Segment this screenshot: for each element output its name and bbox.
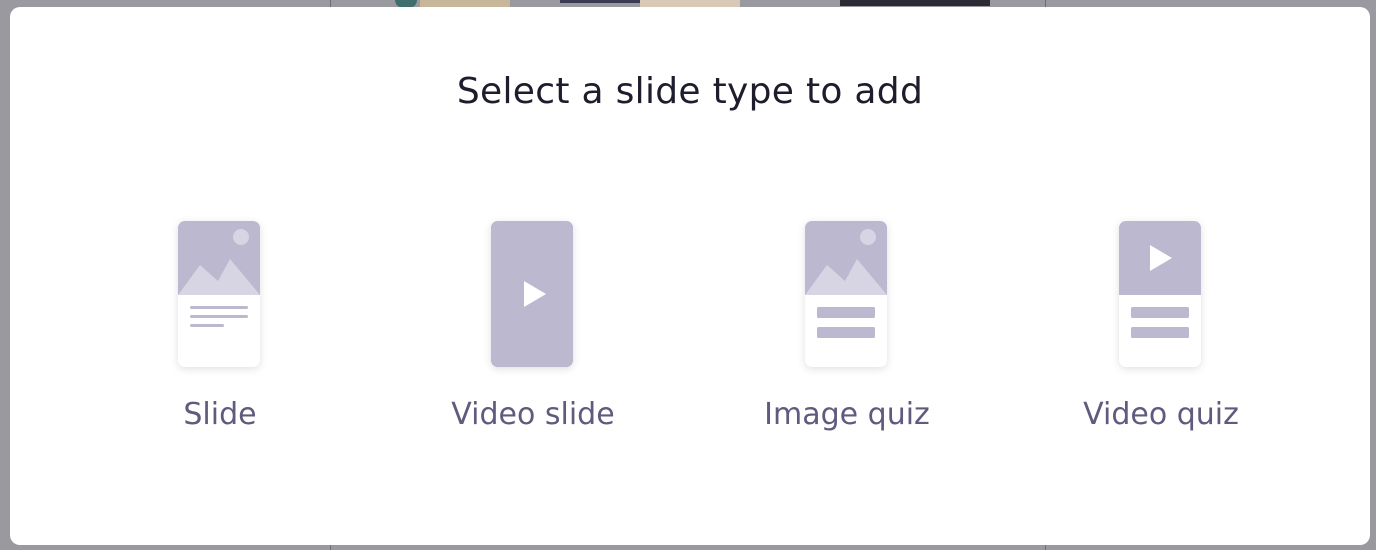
image-quiz-icon xyxy=(805,221,887,367)
slide-type-options: Slide Video slide Image quiz Video quiz xyxy=(10,219,1370,459)
option-label: Video quiz xyxy=(1083,397,1239,432)
add-slide-modal: Select a slide type to add Slide Video s… xyxy=(10,7,1370,545)
video-slide-icon xyxy=(491,221,573,367)
image-slide-icon xyxy=(178,221,260,367)
modal-title: Select a slide type to add xyxy=(456,71,924,112)
video-quiz-icon xyxy=(1119,221,1201,367)
option-label: Image quiz xyxy=(764,397,930,432)
slide-type-image-quiz-option[interactable]: Image quiz xyxy=(727,219,967,449)
slide-type-slide-option[interactable]: Slide xyxy=(100,219,340,449)
option-label: Video slide xyxy=(451,397,615,432)
slide-type-video-quiz-option[interactable]: Video quiz xyxy=(1041,219,1281,449)
slide-type-video-slide-option[interactable]: Video slide xyxy=(413,219,653,449)
background-content xyxy=(840,0,990,6)
background-content xyxy=(560,0,640,3)
option-label: Slide xyxy=(183,397,257,432)
